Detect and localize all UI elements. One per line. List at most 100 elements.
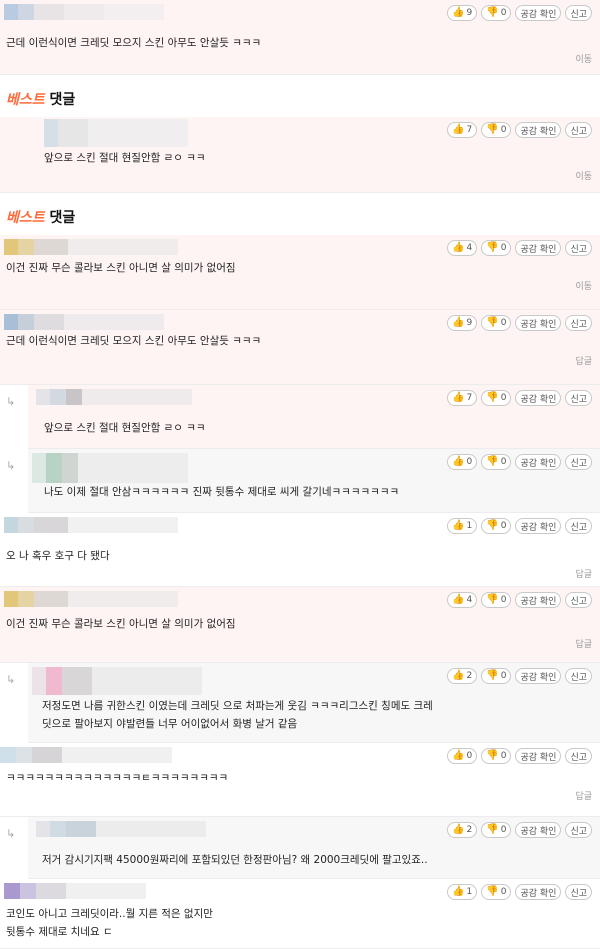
dislike-button[interactable]: 👎 0: [481, 884, 512, 900]
comment-list: 👍 9 👎 0 공감 확인 신고 근데 이런식이면 크레딧 모으지 스킨 아무도 안…: [0, 0, 600, 949]
empathy-button[interactable]: 공감 확인: [515, 454, 562, 470]
avatar: [4, 4, 164, 20]
thumbs-down-icon: 👎: [486, 886, 499, 897]
thumbs-up-icon: 👍: [452, 392, 465, 403]
report-button[interactable]: 신고: [565, 668, 592, 684]
comment-text: 근데 이런식이면 크레딧 모으지 스킨 아무도 안살듯 ㅋㅋㅋ: [6, 335, 262, 347]
dislike-button[interactable]: 👎 0: [481, 122, 512, 138]
comment-meta[interactable]: 이동: [575, 279, 592, 292]
empathy-button[interactable]: 공감 확인: [515, 240, 562, 256]
report-button[interactable]: 신고: [565, 592, 592, 608]
comment-text: 이건 진짜 무슨 콜라보 스킨 아니면 살 의미가 없어짐: [6, 262, 236, 274]
dislike-button[interactable]: 👎 0: [481, 240, 512, 256]
like-button[interactable]: 👍 4: [447, 592, 478, 608]
report-button[interactable]: 신고: [565, 748, 592, 764]
empathy-button[interactable]: 공감 확인: [515, 822, 562, 838]
empathy-button[interactable]: 공감 확인: [515, 592, 562, 608]
best-label-accent: 베스트: [6, 210, 45, 226]
report-button[interactable]: 신고: [565, 122, 592, 138]
like-button[interactable]: 👍 9: [447, 315, 478, 331]
report-button[interactable]: 신고: [565, 822, 592, 838]
empathy-button[interactable]: 공감 확인: [515, 884, 562, 900]
thumbs-down-icon: 👎: [486, 594, 499, 605]
avatar: [4, 591, 178, 607]
empathy-button[interactable]: 공감 확인: [515, 5, 562, 21]
thumbs-down-icon: 👎: [486, 392, 499, 403]
comment-meta[interactable]: 이동: [575, 169, 592, 182]
comment-meta[interactable]: 답글: [575, 789, 592, 802]
thumbs-down-icon: 👎: [486, 456, 499, 467]
comment: 👍 0 👎 0 공감 확인 신고 ㅋㅋㅋㅋㅋㅋㅋㅋㅋㅋㅋㅋㅋㅋㅌㅋㅋㅋㅋㅋㅋㅋㅋ 답…: [0, 743, 600, 817]
thumbs-down-icon: 👎: [486, 124, 499, 135]
comment-reply: ↳ 👍 2 👎 0 공감 확인 신고 저정도면 나름 귀한스킨 이였는데 크레딧 으…: [6, 663, 600, 743]
best-label-accent: 베스트: [6, 92, 45, 108]
comment: 👍 9 👎 0 공감 확인 신고 근데 이런식이면 크레딧 모으지 스킨 아무도 안…: [0, 310, 600, 385]
comment-reply: ↳ 👍 0 👎 0 공감 확인 신고 나도 이제 절대 안삼ㅋㅋㅋㅋㅋㅋ 진짜 뒷통…: [6, 449, 600, 513]
best-comments-header: 베스트 댓글: [0, 75, 600, 117]
dislike-button[interactable]: 👎 0: [481, 5, 512, 21]
empathy-button[interactable]: 공감 확인: [515, 315, 562, 331]
comment-text: 앞으로 스킨 절대 현질안함 ㄹㅇ ㅋㅋ: [44, 422, 206, 434]
reply-arrow-icon: ↳: [6, 395, 16, 408]
report-button[interactable]: 신고: [565, 454, 592, 470]
dislike-button[interactable]: 👎 0: [481, 518, 512, 534]
thumbs-down-icon: 👎: [486, 317, 499, 328]
report-button[interactable]: 신고: [565, 518, 592, 534]
comment-meta[interactable]: 답글: [575, 637, 592, 650]
dislike-button[interactable]: 👎 0: [481, 668, 512, 684]
comment-meta[interactable]: 답글: [575, 354, 592, 367]
thumbs-down-icon: 👎: [486, 520, 499, 531]
comment: 👍 1 👎 0 공감 확인 신고 오 나 혹우 호구 다 됐다 답글: [0, 513, 600, 587]
empathy-button[interactable]: 공감 확인: [515, 748, 562, 764]
like-button[interactable]: 👍 2: [447, 822, 478, 838]
report-button[interactable]: 신고: [565, 240, 592, 256]
comment-text: 이건 진짜 무슨 콜라보 스킨 아니면 살 의미가 없어짐: [6, 618, 236, 630]
comment: 👍 1 👎 0 공감 확인 신고 코인도 아니고 크레딧이라..뭘 지른 적은 없지…: [0, 879, 600, 949]
comment-meta[interactable]: 답글: [575, 567, 592, 580]
thumbs-up-icon: 👍: [452, 124, 465, 135]
comment-text: ㅋㅋㅋㅋㅋㅋㅋㅋㅋㅋㅋㅋㅋㅋㅌㅋㅋㅋㅋㅋㅋㅋㅋ: [6, 772, 229, 784]
comment-reply: ↳ 👍 7 👎 0 공감 확인 신고 앞으로 스킨 절대 현질안함 ㄹㅇ ㅋㅋ: [6, 385, 600, 449]
reply-arrow-icon: ↳: [6, 459, 16, 472]
avatar: [4, 239, 178, 255]
like-button[interactable]: 👍 1: [447, 884, 478, 900]
like-button[interactable]: 👍 1: [447, 518, 478, 534]
comment-text: 앞으로 스킨 절대 현질안함 ㄹㅇ ㅋㅋ: [44, 152, 206, 164]
empathy-button[interactable]: 공감 확인: [515, 122, 562, 138]
report-button[interactable]: 신고: [565, 390, 592, 406]
avatar: [32, 667, 202, 695]
comment-text: 저정도면 나름 귀한스킨 이였는데 크레딧 으로 처파는게 웃김 ㅋㅋㅋ리그스킨…: [42, 700, 433, 730]
best-label-text: 댓글: [49, 92, 76, 108]
dislike-button[interactable]: 👎 0: [481, 454, 512, 470]
thumbs-down-icon: 👎: [486, 242, 499, 253]
like-button[interactable]: 👍 2: [447, 668, 478, 684]
like-button[interactable]: 👍 0: [447, 454, 478, 470]
avatar: [44, 119, 188, 147]
thumbs-up-icon: 👍: [452, 594, 465, 605]
like-button[interactable]: 👍 7: [447, 122, 478, 138]
dislike-button[interactable]: 👎 0: [481, 748, 512, 764]
empathy-button[interactable]: 공감 확인: [515, 390, 562, 406]
report-button[interactable]: 신고: [565, 315, 592, 331]
comment: 👍 7 👎 0 공감 확인 신고 앞으로 스킨 절대 현질안함 ㄹㅇ ㅋㅋ 이동: [0, 117, 600, 193]
like-button[interactable]: 👍 7: [447, 390, 478, 406]
thumbs-up-icon: 👍: [452, 824, 465, 835]
thumbs-down-icon: 👎: [486, 750, 499, 761]
like-button[interactable]: 👍 0: [447, 748, 478, 764]
dislike-button[interactable]: 👎 0: [481, 592, 512, 608]
dislike-button[interactable]: 👎 0: [481, 315, 512, 331]
avatar: [36, 389, 192, 405]
dislike-button[interactable]: 👎 0: [481, 390, 512, 406]
report-button[interactable]: 신고: [565, 5, 592, 21]
like-button[interactable]: 👍 4: [447, 240, 478, 256]
reply-arrow-icon: ↳: [6, 673, 16, 686]
avatar: [36, 821, 206, 837]
thumbs-up-icon: 👍: [452, 7, 465, 18]
empathy-button[interactable]: 공감 확인: [515, 518, 562, 534]
dislike-button[interactable]: 👎 0: [481, 822, 512, 838]
comment-text: 나도 이제 절대 안삼ㅋㅋㅋㅋㅋㅋ 진짜 뒷통수 제대로 씨게 갈기네ㅋㅋㅋㅋㅋ…: [44, 486, 400, 498]
comment-meta[interactable]: 이동: [575, 52, 592, 65]
empathy-button[interactable]: 공감 확인: [515, 668, 562, 684]
like-button[interactable]: 👍 9: [447, 5, 478, 21]
report-button[interactable]: 신고: [565, 884, 592, 900]
